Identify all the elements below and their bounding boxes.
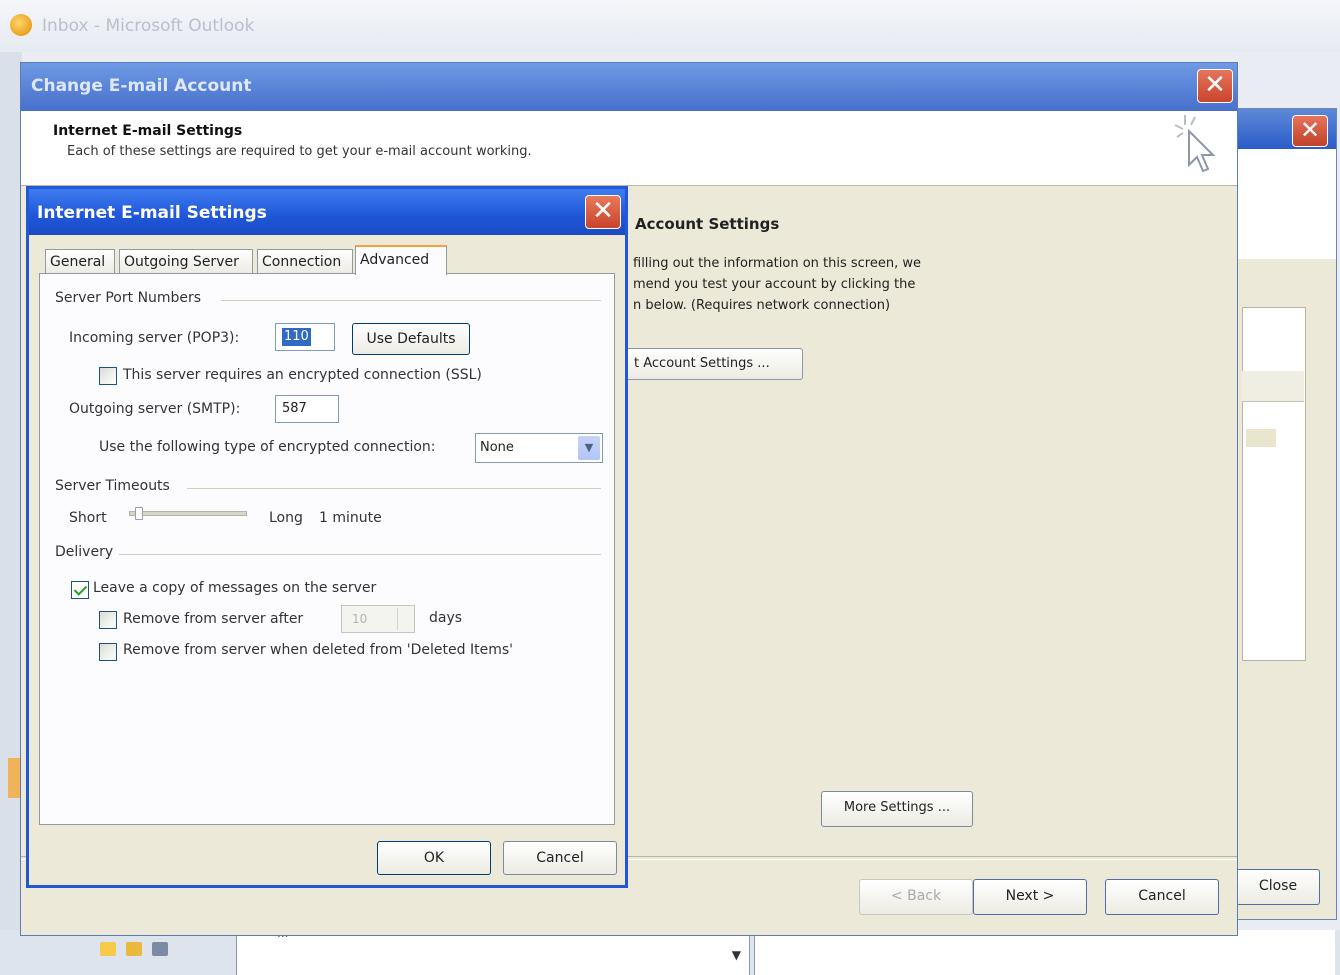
cancel-button[interactable]: Cancel (503, 841, 617, 875)
encryption-type-select[interactable]: None ▼ (475, 433, 603, 463)
days-label: days (429, 610, 463, 626)
leave-copy-checkbox[interactable] (71, 581, 89, 599)
close-button[interactable]: Close (1236, 869, 1320, 905)
tab-connection[interactable]: Connection (257, 249, 353, 273)
outgoing-server-label: Outgoing server (SMTP): (69, 401, 241, 417)
header-subtitle: Each of these settings are required to g… (67, 144, 532, 159)
outlook-titlebar: Inbox - Microsoft Outlook (0, 0, 1340, 52)
header-title: Internet E-mail Settings (53, 123, 243, 139)
account-list-header (1242, 371, 1304, 402)
group-divider (221, 300, 601, 301)
remove-after-checkbox[interactable] (99, 611, 117, 629)
incoming-port-value: 110 (282, 328, 311, 346)
wizard-cancel-button[interactable]: Cancel (1105, 879, 1219, 915)
chevron-down-icon[interactable]: ▼ (578, 436, 600, 460)
change-account-title: Change E-mail Account (31, 76, 252, 96)
ssl-checkbox[interactable] (99, 367, 117, 385)
more-settings-button[interactable]: More Settings ... (821, 791, 973, 827)
account-settings-dialog: ✕ Close (1235, 108, 1337, 920)
ies-titlebar: Internet E-mail Settings ✕ (29, 189, 625, 235)
tab-general[interactable]: General (45, 249, 115, 273)
change-account-close-icon[interactable]: ✕ (1197, 69, 1233, 103)
reading-pane (754, 930, 1335, 975)
message-list-pane: ... ▼ (236, 926, 750, 975)
scroll-down-icon[interactable]: ▼ (732, 948, 741, 962)
timeout-slider-track[interactable] (129, 511, 247, 516)
remove-deleted-label: Remove from server when deleted from 'De… (123, 642, 513, 658)
folder-open-icon[interactable] (126, 942, 142, 956)
next-button[interactable]: Next > (973, 879, 1087, 915)
test-settings-title: Account Settings (635, 215, 780, 233)
delivery-group-label: Delivery (55, 544, 114, 560)
group-divider (187, 488, 601, 489)
change-account-titlebar: Change E-mail Account ✕ (21, 63, 1237, 111)
timeout-slider-thumb[interactable] (134, 507, 143, 520)
test-account-settings-button[interactable]: t Account Settings ... (625, 348, 803, 380)
use-defaults-button[interactable]: Use Defaults (352, 323, 470, 355)
description-line: filling out the information on this scre… (633, 256, 921, 271)
stepper-arrows-icon[interactable] (397, 608, 412, 630)
incoming-port-input[interactable]: 110 (275, 323, 335, 351)
encryption-type-value: None (480, 440, 514, 455)
tab-outgoing-server[interactable]: Outgoing Server (119, 249, 253, 273)
ies-title: Internet E-mail Settings (37, 203, 267, 223)
remove-deleted-checkbox[interactable] (99, 643, 117, 661)
account-list-panel (1242, 307, 1306, 661)
ssl-label: This server requires an encrypted connec… (123, 367, 482, 383)
remove-after-label: Remove from server after (123, 611, 304, 627)
folder-yellow-icon[interactable] (100, 942, 116, 956)
server-timeouts-group-label: Server Timeouts (55, 478, 170, 494)
timeout-value-label: 1 minute (319, 510, 382, 526)
timeout-long-label: Long (269, 510, 303, 526)
server-ports-group-label: Server Port Numbers (55, 290, 202, 306)
tab-advanced[interactable]: Advanced (355, 245, 447, 275)
incoming-server-label: Incoming server (POP3): (69, 330, 240, 346)
advanced-tab-panel (39, 273, 615, 825)
description-line: n below. (Requires network connection) (633, 298, 891, 313)
outlook-window-title: Inbox - Microsoft Outlook (42, 16, 255, 36)
account-settings-header (1236, 149, 1336, 259)
ok-button[interactable]: OK (377, 841, 491, 875)
outlook-logo-icon (10, 14, 32, 36)
test-settings-description: filling out the information on this scre… (633, 253, 921, 316)
leave-copy-label: Leave a copy of messages on the server (93, 580, 377, 596)
change-account-header: Internet E-mail Settings Each of these s… (21, 111, 1237, 186)
ies-close-icon[interactable]: ✕ (585, 195, 621, 229)
days-stepper[interactable]: 10 (341, 605, 415, 633)
shortcut-icon[interactable] (152, 942, 168, 956)
timeout-short-label: Short (69, 510, 107, 526)
account-settings-close-icon[interactable]: ✕ (1292, 115, 1328, 147)
days-value: 10 (352, 612, 368, 626)
description-line: mend you test your account by clicking t… (633, 277, 916, 292)
outgoing-port-input[interactable]: 587 (275, 395, 339, 423)
encryption-type-label: Use the following type of encrypted conn… (99, 439, 436, 455)
mouse-click-icon (1174, 115, 1216, 173)
group-divider (119, 554, 601, 555)
outlook-nav-edge (0, 52, 22, 975)
nav-shortcut-icons (100, 942, 230, 962)
back-button[interactable]: < Back (859, 879, 973, 915)
account-list-row[interactable] (1246, 429, 1276, 447)
internet-email-settings-dialog: Internet E-mail Settings ✕ General Outgo… (26, 186, 628, 888)
